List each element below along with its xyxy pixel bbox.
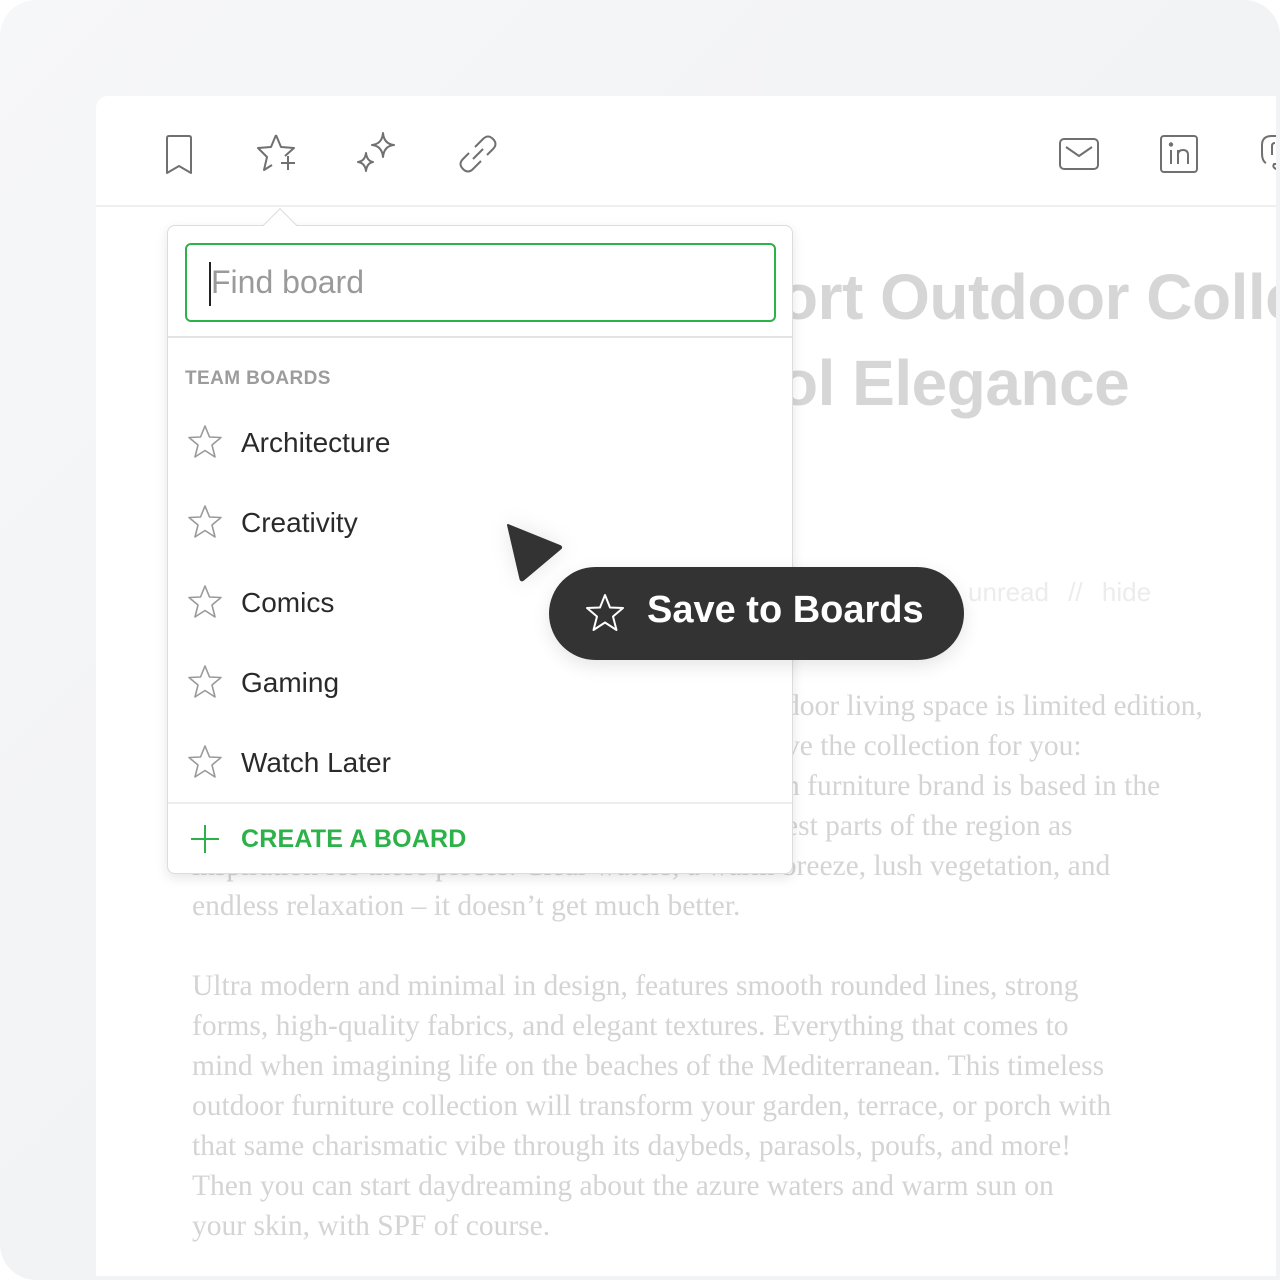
star-outline-icon [187, 584, 223, 620]
paragraph-line: Ultra modern and minimal in design, feat… [192, 970, 1079, 1002]
board-item-watch-later[interactable]: Watch Later [168, 723, 792, 803]
board-label: Watch Later [241, 747, 391, 778]
bookmark-icon[interactable] [155, 130, 203, 178]
mouse-cursor-icon [500, 518, 570, 588]
article-toolbar [96, 96, 1276, 207]
plus-icon [190, 824, 220, 854]
star-outline-icon [187, 664, 223, 700]
mark-unread-link[interactable]: unread [968, 577, 1049, 607]
meta-separator: // [1068, 577, 1083, 607]
paragraph-line: n furniture brand is based in the [785, 770, 1161, 802]
board-search-area [168, 226, 792, 338]
article-title: ort Outdoor Colle ol Elegance [779, 254, 1280, 426]
sparkles-icon[interactable] [354, 130, 402, 178]
mail-icon[interactable] [1055, 130, 1103, 178]
mastodon-icon[interactable] [1254, 130, 1276, 178]
create-board-button[interactable]: CREATE A BOARD [168, 802, 792, 874]
linkedin-icon[interactable] [1155, 130, 1203, 178]
star-outline-icon [585, 593, 625, 633]
article-title-line: ol Elegance [779, 347, 1130, 419]
paragraph-line: door living space is limited edition, [785, 690, 1203, 722]
window-right-edge [1276, 96, 1280, 1280]
save-to-boards-popover: TEAM BOARDS Architecture Creativity Comi… [167, 208, 793, 874]
tooltip-label: Save to Boards [647, 589, 924, 631]
text-caret [209, 262, 211, 306]
board-label: Architecture [241, 427, 391, 458]
star-outline-icon [187, 744, 223, 780]
paragraph-line: endless relaxation – it doesn’t get much… [192, 890, 741, 922]
paragraph-line: that same charismatic vibe through its d… [192, 1130, 1072, 1162]
board-item-architecture[interactable]: Architecture [168, 403, 792, 483]
star-outline-icon [187, 504, 223, 540]
article-meta: unread // hide [968, 577, 1163, 608]
star-plus-icon[interactable] [254, 130, 302, 178]
create-board-label: CREATE A BOARD [241, 825, 467, 853]
find-board-input[interactable] [185, 243, 776, 322]
paragraph-line: est parts of the region as [785, 810, 1073, 842]
save-to-boards-tooltip: Save to Boards [549, 567, 964, 660]
paragraph-line: Then you can start daydreaming about the… [192, 1170, 1054, 1202]
team-boards-heading: TEAM BOARDS [185, 368, 331, 389]
link-icon[interactable] [454, 130, 502, 178]
paragraph-line: your skin, with SPF of course. [192, 1210, 551, 1242]
board-item-creativity[interactable]: Creativity [168, 483, 792, 563]
hide-link[interactable]: hide [1102, 577, 1151, 607]
article-paragraph-2: Ultra modern and minimal in design, feat… [192, 966, 1280, 1246]
paragraph-line: forms, high-quality fabrics, and elegant… [192, 1010, 1069, 1042]
star-outline-icon [187, 424, 223, 460]
paragraph-line: outdoor furniture collection will transf… [192, 1090, 1112, 1122]
window-bottom-edge [96, 1276, 1280, 1280]
paragraph-line: ve the collection for you: [785, 730, 1082, 762]
paragraph-line: mind when imagining life on the beaches … [192, 1050, 1105, 1082]
article-title-line: ort Outdoor Colle [779, 261, 1280, 333]
board-label: Comics [241, 587, 335, 618]
board-label: Creativity [241, 507, 358, 538]
article-paragraph-1: door living space is limited edition, ve… [785, 686, 1280, 846]
board-label: Gaming [241, 667, 340, 698]
